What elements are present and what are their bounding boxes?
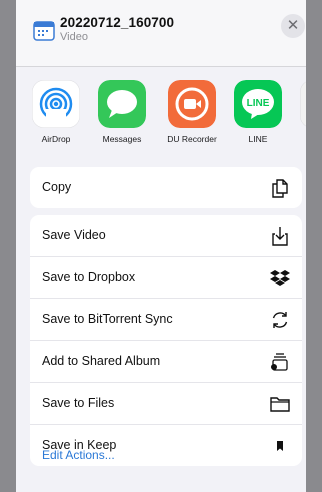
- app-partial[interactable]: [294, 78, 306, 148]
- save-video-icon: [272, 227, 288, 246]
- action-label: Add to Shared Album: [42, 354, 161, 368]
- folder-icon: [270, 397, 290, 412]
- app-icon: [300, 81, 306, 127]
- app-du-recorder[interactable]: DU Recorder: [162, 78, 222, 148]
- copy-group: Copy: [30, 167, 302, 208]
- save-to-files-action[interactable]: Save to Files: [30, 383, 302, 425]
- video-file-icon: [33, 21, 55, 41]
- du-recorder-icon: [168, 80, 216, 128]
- app-line[interactable]: LINE LINE: [228, 78, 288, 148]
- app-share-row: AirDrop Messages DU Recorder LINE LINE: [16, 78, 306, 148]
- dropbox-icon: [270, 270, 290, 286]
- app-label: AirDrop: [41, 134, 71, 144]
- file-title: 20220712_160700: [60, 15, 175, 30]
- sync-icon: [272, 312, 288, 328]
- action-label: Save to BitTorrent Sync: [42, 312, 173, 326]
- share-header: 20220712_160700 Video ✕: [16, 0, 306, 67]
- line-icon: LINE: [234, 80, 282, 128]
- add-to-shared-album-action[interactable]: Add to Shared Album: [30, 341, 302, 383]
- save-to-dropbox-action[interactable]: Save to Dropbox: [30, 257, 302, 299]
- share-sheet: 20220712_160700 Video ✕ AirDrop Messages: [16, 0, 306, 492]
- actions-group: Save Video Save to Dropbox Save to BitTo…: [30, 215, 302, 466]
- save-to-bittorrent-sync-action[interactable]: Save to BitTorrent Sync: [30, 299, 302, 341]
- copy-icon: [272, 179, 288, 198]
- app-label: DU Recorder: [167, 134, 217, 144]
- action-label: Save Video: [42, 228, 106, 242]
- action-label: Save to Files: [42, 396, 115, 410]
- bookmark-icon: [277, 441, 283, 451]
- copy-action[interactable]: Copy: [30, 167, 302, 208]
- action-label: Copy: [42, 180, 72, 194]
- svg-text:LINE: LINE: [247, 98, 270, 109]
- edit-actions-link[interactable]: Edit Actions...: [42, 448, 115, 462]
- close-button[interactable]: ✕: [281, 14, 305, 38]
- action-label: Save to Dropbox: [42, 270, 136, 284]
- file-type: Video: [60, 31, 88, 43]
- messages-icon: [98, 80, 146, 128]
- airdrop-icon: [32, 80, 80, 128]
- app-label: LINE: [248, 134, 268, 144]
- app-label: Messages: [102, 134, 142, 144]
- app-airdrop[interactable]: AirDrop: [26, 78, 86, 148]
- save-video-action[interactable]: Save Video: [30, 215, 302, 257]
- shared-album-icon: [271, 353, 288, 371]
- app-messages[interactable]: Messages: [92, 78, 152, 148]
